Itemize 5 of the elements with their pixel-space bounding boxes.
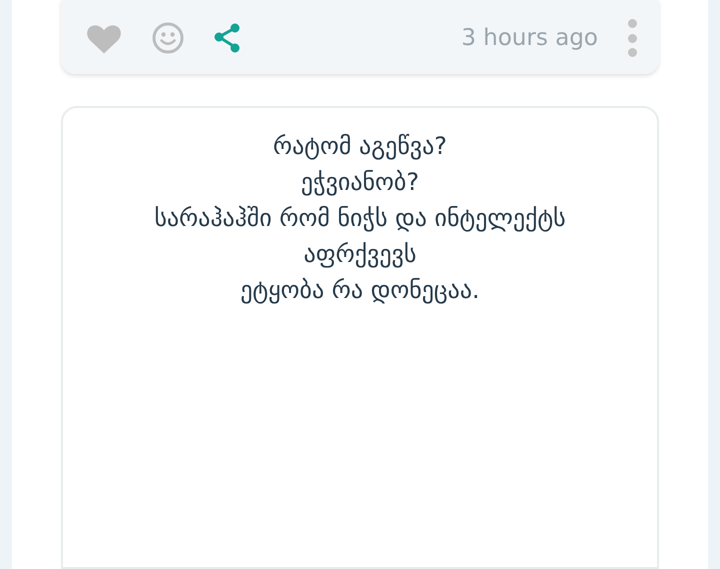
post-time: 3 hours ago xyxy=(461,24,598,53)
more-options-icon[interactable] xyxy=(627,19,637,57)
post-text: რატომ აგეწვა? ეჭვიანობ? სარაჰაჰში რომ ნიჭს და ინტელექტს აფრქვევს ეტყობა რა დონეცაა. xyxy=(154,131,566,306)
smiley-icon[interactable] xyxy=(152,22,184,54)
share-icon[interactable] xyxy=(213,23,241,53)
